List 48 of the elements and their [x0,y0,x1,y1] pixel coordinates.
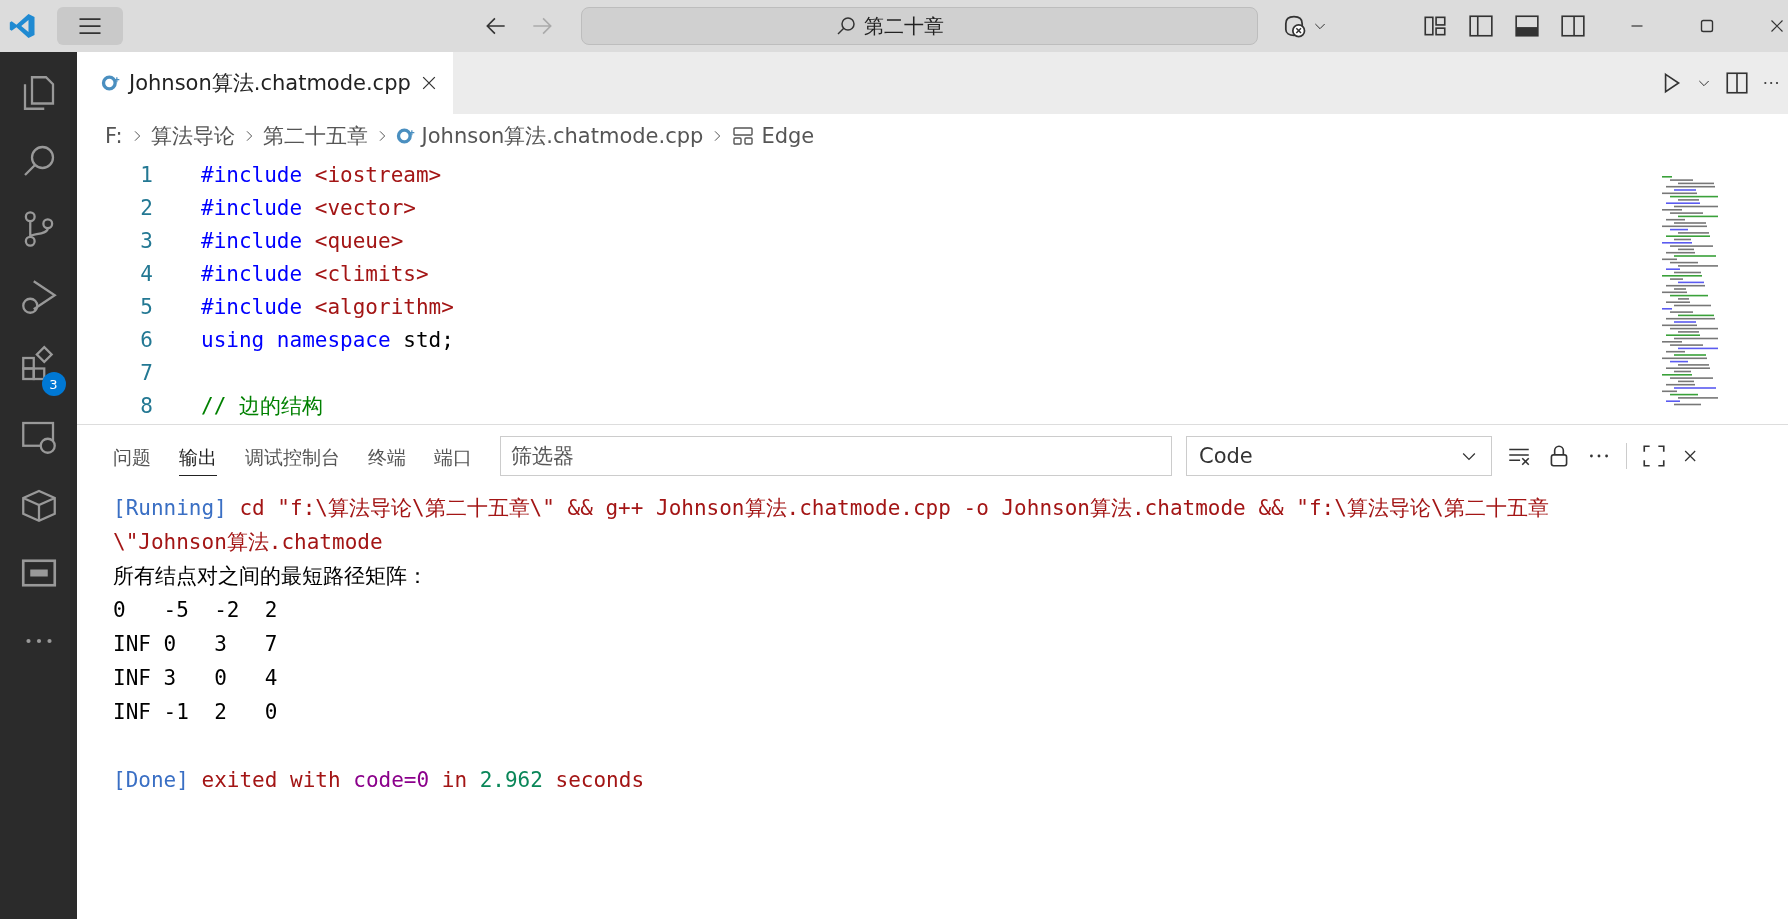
line-number: 1 [139,162,153,187]
cpp-file-icon [101,73,121,93]
line-number: 6 [139,327,153,352]
secondary-sidebar-icon[interactable] [1560,13,1586,39]
output-channel-dropdown[interactable]: Code [1186,436,1492,476]
command-center-search[interactable]: 第二十章 [580,7,1258,45]
filter-field[interactable]: 筛选器 [500,436,1172,476]
output-line: INF -1 2 0 [113,699,278,726]
breadcrumb-item[interactable]: 第二十五章 [262,122,368,150]
breadcrumb-item[interactable]: Edge [761,124,815,148]
maximize-panel-icon[interactable] [1641,443,1667,469]
notification-badge: 3 [41,372,66,396]
editor-tab[interactable]: Johnson算法.chatmode.cpp [77,52,453,114]
output-line: INF 3 0 4 [113,665,278,692]
panel-tab[interactable]: 终端 [368,436,406,476]
breadcrumb-item[interactable]: 算法导论 [150,122,235,150]
panel-tab[interactable]: 调试控制台 [245,436,340,476]
line-number: 7 [139,360,153,385]
line-number: 5 [139,294,153,319]
code-line: #include <algorithm> [201,294,454,319]
code-line: #include <vector> [201,195,416,220]
output-line: [Done] exited with code=0 in 2.962 seconds [113,767,645,794]
code-line: #include <queue> [201,228,404,253]
breadcrumb-item[interactable]: Johnson算法.chatmode.cpp [421,122,704,150]
output-line: 所有结点对之间的最短路径矩阵： [113,563,428,590]
output-line: \"Johnson算法.chatmode [113,529,383,556]
code-line: #include <climits> [201,261,429,286]
breadcrumb-item[interactable]: F: [105,124,123,148]
output-line: [Running] cd "f:\算法导论\第二十五章\" && g++ Johnson算法.chatmode.cpp -o Johnson算法.chatmode && "f:\算法导论\第二十五章 [113,495,1549,522]
structure-icon [731,124,756,148]
output-line: 0 -5 -2 2 [113,597,278,624]
line-number: 2 [139,195,153,220]
panel-toggle-icon[interactable] [1514,13,1540,39]
sidebar-toggle-icon[interactable] [1468,13,1494,39]
menu-button[interactable] [56,7,123,45]
panel-tab[interactable]: 问题 [113,436,151,476]
split-editor-icon[interactable] [1724,70,1750,96]
vscode-logo-icon [8,11,37,41]
panel-tab[interactable]: 端口 [434,436,472,476]
code-line: // 边的结构 [201,392,323,420]
output-line: INF 0 3 7 [113,631,278,658]
line-number: 4 [139,261,153,286]
line-number: 8 [139,393,153,418]
code-line: using namespace std; [201,327,454,352]
cpp-file-icon [395,126,416,146]
line-number: 3 [139,228,153,253]
panel-tab[interactable]: 输出 [179,436,217,476]
code-line: #include <iostream> [201,162,442,187]
